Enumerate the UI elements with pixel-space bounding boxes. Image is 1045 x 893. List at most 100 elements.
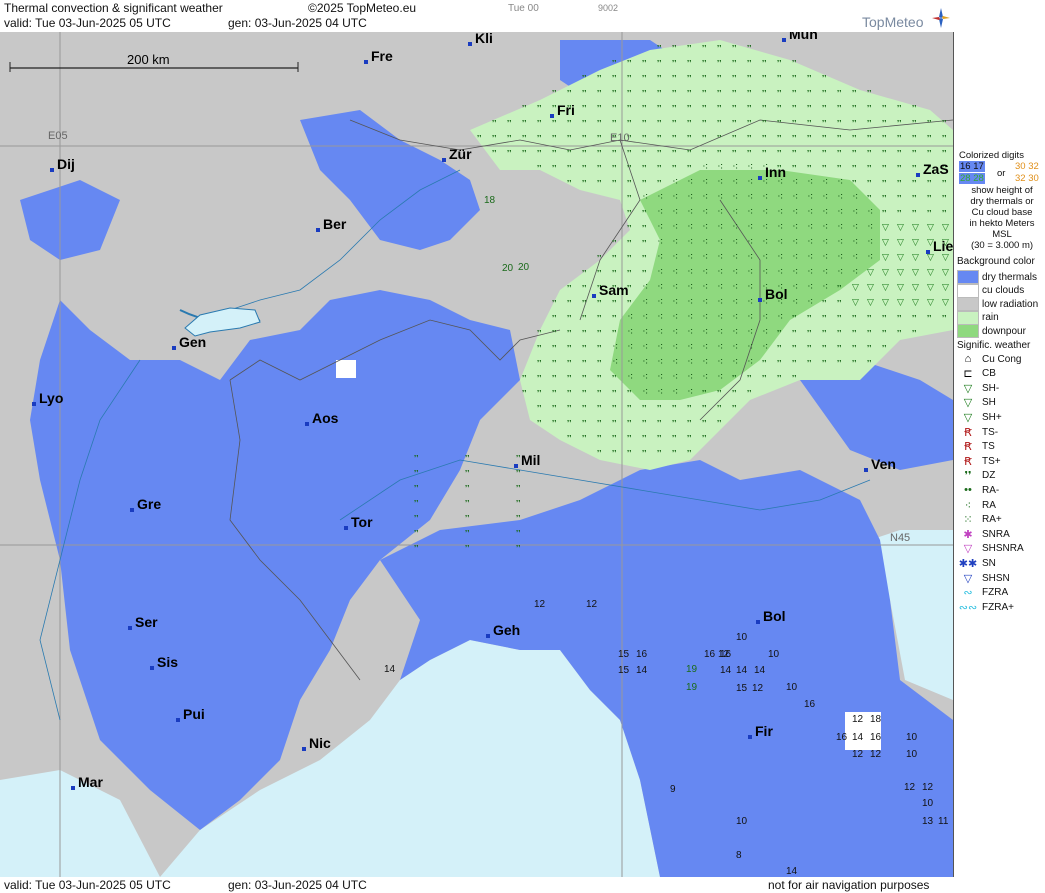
weather-symbol: ❜❜: [867, 134, 872, 142]
weather-symbol: ❜❜: [552, 299, 557, 307]
weather-symbol: ❜❜: [627, 164, 632, 172]
height-digit: 14: [720, 665, 732, 676]
weather-symbol: ❜❜: [822, 329, 827, 337]
weather-symbol: ❜❜: [822, 89, 827, 97]
city-label: Mar: [78, 774, 103, 790]
weather-symbol: ▽: [852, 298, 859, 308]
weather-symbol: ❜❜: [792, 119, 797, 127]
weather-symbol: ⁖: [747, 325, 753, 338]
weather-symbol: ❜❜: [582, 149, 587, 157]
weather-symbol: ❜❜: [657, 419, 662, 427]
weather-symbol: ❜❜: [702, 404, 707, 412]
weather-symbol: ❜❜: [582, 344, 587, 352]
snow-rain-icon: ✱: [963, 528, 973, 541]
weather-symbol: ⁖: [657, 190, 663, 203]
weather-symbol: ⁖: [837, 265, 843, 278]
weather-symbol: ❜❜: [777, 374, 782, 382]
weather-symbol: ❜❜: [582, 314, 587, 322]
weather-symbol: ❜❜: [927, 314, 932, 322]
weather-symbol: ⁖: [747, 355, 753, 368]
weather-symbol: ⁖: [762, 220, 768, 233]
weather-symbol: ❜❜: [912, 194, 917, 202]
weather-symbol: ⁖: [807, 220, 813, 233]
weather-symbol: ❜❜: [762, 149, 767, 157]
legend-label: FZRA+: [982, 601, 1014, 613]
legend-weather-item: •• RA-: [957, 483, 999, 497]
weather-symbol: ⁖: [717, 205, 723, 218]
legend-colorized-line: MSL: [992, 229, 1012, 240]
city-label: Bol: [765, 286, 788, 302]
weather-symbol: ❜❜: [732, 104, 737, 112]
weather-symbol: ❜❜: [762, 359, 767, 367]
city-label: Kli: [475, 32, 493, 46]
color-swatch: [957, 324, 979, 338]
weather-symbol: ❜❜: [627, 269, 632, 277]
weather-symbol: ❜❜: [537, 104, 542, 112]
weather-symbol: ⁖: [807, 295, 813, 308]
weather-symbol: ⁖: [657, 265, 663, 278]
weather-symbol: ⁖: [612, 355, 618, 368]
weather-symbol: ❜❜: [927, 194, 932, 202]
weather-symbol: ❜❜: [492, 119, 497, 127]
height-digit: 12: [852, 749, 864, 760]
height-digit: 19: [686, 682, 698, 693]
weather-symbol: ⁖: [822, 205, 828, 218]
weather-symbol: ❜❜: [687, 74, 692, 82]
weather-symbol: ❜❜: [627, 179, 632, 187]
weather-symbol: ❜❜: [516, 499, 521, 507]
height-digit: 14: [786, 866, 798, 877]
weather-symbol: ❜❜: [942, 209, 947, 217]
weather-symbol: ⁖: [657, 325, 663, 338]
snow-icon: ✱✱: [958, 557, 978, 570]
weather-symbol: ❜❜: [747, 149, 752, 157]
topmeteo-logo: TopMeteo: [860, 6, 955, 30]
weather-symbol: ❜❜: [597, 299, 602, 307]
weather-symbol: ❜❜: [717, 104, 722, 112]
weather-symbol: ⁖: [717, 175, 723, 188]
weather-symbol: ❜❜: [702, 389, 707, 397]
sample-digits-green: 28 28: [959, 173, 985, 184]
weather-symbol: ❜❜: [612, 299, 617, 307]
code-label: 9002: [598, 3, 619, 13]
weather-symbol: ❜❜: [822, 164, 827, 172]
weather-symbol: ⁖: [792, 220, 798, 233]
legend-label: CB: [982, 368, 996, 380]
weather-symbol: ❜❜: [642, 119, 647, 127]
weather-symbol: ❜❜: [567, 359, 572, 367]
weather-symbol: ❜❜: [627, 419, 632, 427]
weather-symbol: ⁖: [732, 190, 738, 203]
weather-symbol: ❜❜: [687, 44, 692, 52]
weather-symbol: ❜❜: [627, 149, 632, 157]
weather-symbol: ❜❜: [897, 164, 902, 172]
weather-symbol: ❜❜: [537, 119, 542, 127]
weather-symbol: ⁖: [777, 310, 783, 323]
city-label: Nic: [309, 735, 331, 751]
weather-symbol: ❜❜: [672, 134, 677, 142]
weather-symbol: ❜❜: [882, 344, 887, 352]
height-digit: 20: [518, 262, 530, 273]
weather-symbol: ❜❜: [537, 404, 542, 412]
weather-symbol: ⁖: [672, 265, 678, 278]
weather-symbol: ❜❜: [822, 299, 827, 307]
weather-symbol: ⁖: [747, 190, 753, 203]
height-digit: 12: [904, 782, 916, 793]
weather-symbol: ⁖: [732, 175, 738, 188]
weather-symbol: ❜❜: [597, 359, 602, 367]
weather-symbol: ⁖: [687, 265, 693, 278]
weather-symbol: ❜❜: [792, 164, 797, 172]
legend-background-title: Background color: [957, 256, 1035, 267]
legend-colorized-line: show height of: [971, 185, 1033, 196]
weather-symbol: ❜❜: [597, 449, 602, 457]
weather-symbol: ⁖: [807, 190, 813, 203]
height-digit: 16: [836, 732, 848, 743]
city-marker: [758, 298, 762, 302]
weather-symbol: ❜❜: [747, 59, 752, 67]
weather-symbol: ⁖: [702, 190, 708, 203]
weather-symbol: ❜❜: [942, 134, 947, 142]
weather-symbol: ❜❜: [465, 454, 470, 462]
weather-map[interactable]: ❜❜ ❜❜ ❜❜ ❜❜ ❜❜ ❜❜ ❜❜ ❜❜ ❜❜ ❜❜ ❜❜ ❜❜ ❜❜ ❜❜ ❜❜ ❜❜ ❜❜ ❜❜ ❜❜ ❜❜…: [0, 32, 954, 877]
weather-symbol: ❜❜: [807, 344, 812, 352]
weather-symbol: ❜❜: [687, 89, 692, 97]
weather-symbol: ❜❜: [807, 104, 812, 112]
snow-rain-shower-icon: ▽: [963, 543, 973, 556]
